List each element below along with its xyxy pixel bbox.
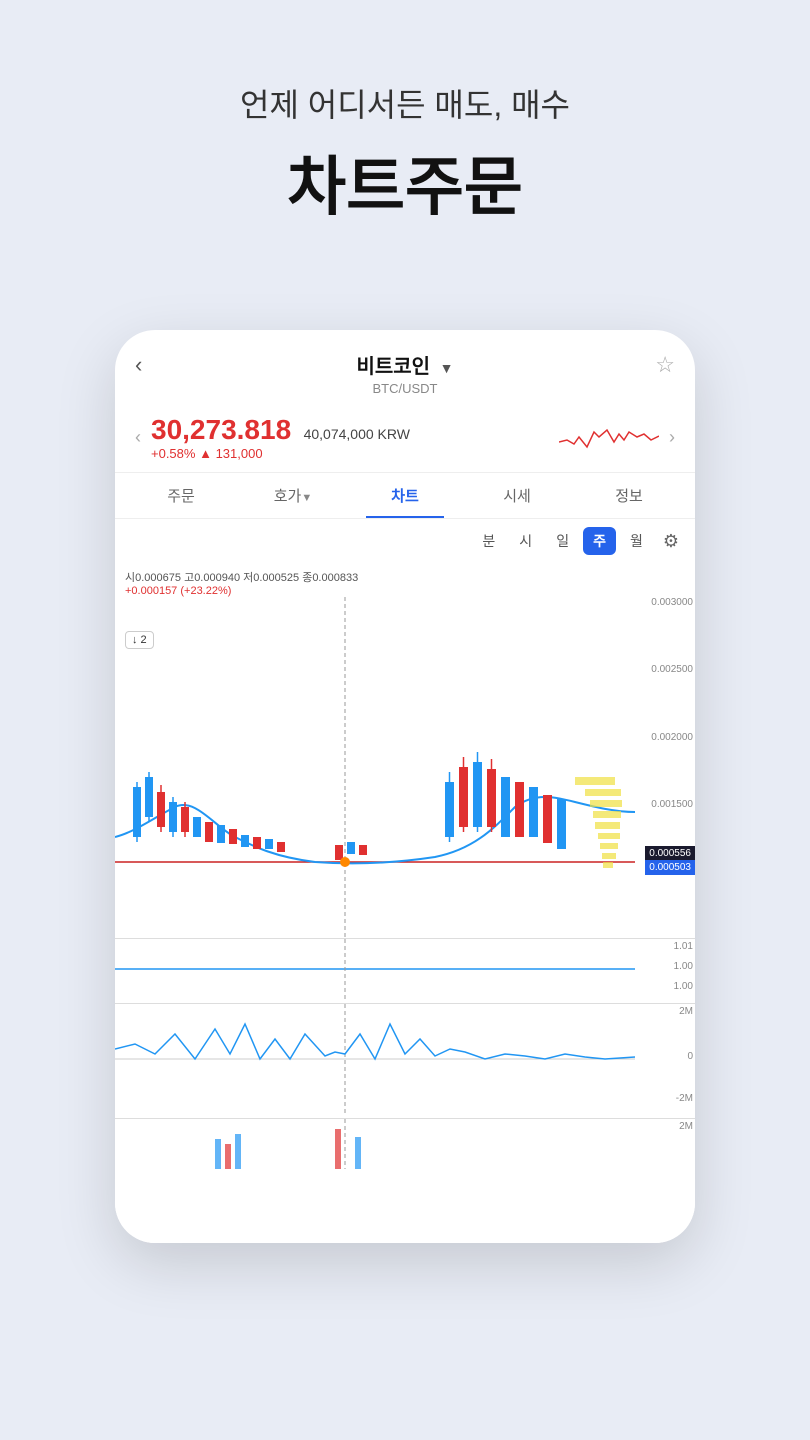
y-label-4: 0.001500 bbox=[651, 799, 693, 810]
ind2-label-mid: 0 bbox=[687, 1051, 693, 1062]
badge-label: ↓ 2 bbox=[132, 634, 147, 646]
coin-pair: BTC/USDT bbox=[135, 381, 675, 396]
second-price-label: 0.000503 bbox=[645, 860, 695, 875]
top-section: 언제 어디서든 매도, 매수 차트주문 bbox=[0, 0, 810, 268]
ohlc-low-label: 저 bbox=[243, 572, 253, 584]
ohlc-change: +0.000157 (+23.22%) bbox=[125, 585, 231, 597]
indicator-chart-1 bbox=[115, 939, 635, 999]
page-title: 차트주문 bbox=[0, 136, 810, 228]
back-button[interactable]: ‹ bbox=[135, 352, 142, 378]
time-btn-hour[interactable]: 시 bbox=[509, 527, 542, 555]
coin-header: ‹ 비트코인 ▼ ☆ BTC/USDT bbox=[115, 330, 695, 396]
ind1-label-top: 1.01 bbox=[674, 941, 693, 952]
y-label-3: 0.002000 bbox=[651, 732, 693, 743]
tab-bar: 주문 호가▼ 차트 시세 정보 bbox=[115, 473, 695, 519]
candlestick-chart bbox=[115, 597, 635, 937]
tab-order[interactable]: 주문 bbox=[125, 473, 237, 518]
ohlc-info: 시0.000675 고0.000940 저0.000525 종0.000833 … bbox=[125, 569, 358, 597]
favorite-button[interactable]: ☆ bbox=[655, 352, 675, 378]
indicator-badge[interactable]: ↓ 2 bbox=[125, 631, 154, 649]
phone-mockup: ‹ 비트코인 ▼ ☆ BTC/USDT ‹ 30,273.818 40,074,… bbox=[115, 330, 695, 1243]
ind2-label-top: 2M bbox=[679, 1006, 693, 1017]
tab-chart[interactable]: 차트 bbox=[349, 473, 461, 518]
current-price-label: 0.000556 bbox=[645, 846, 695, 861]
y-label-2: 0.002500 bbox=[651, 664, 693, 675]
chart-settings-icon[interactable]: ⚙ bbox=[663, 531, 679, 552]
tab-orderbook[interactable]: 호가▼ bbox=[237, 473, 349, 518]
subtitle: 언제 어디서든 매도, 매수 bbox=[0, 80, 810, 126]
time-btn-day[interactable]: 일 bbox=[546, 527, 579, 555]
ohlc-close-val: 0.000833 bbox=[312, 572, 358, 584]
indicator-chart-2 bbox=[115, 1004, 635, 1114]
tab-info[interactable]: 정보 bbox=[573, 473, 685, 518]
chart-area[interactable]: 시0.000675 고0.000940 저0.000525 종0.000833 … bbox=[115, 563, 695, 1243]
ohlc-high-label: 고 bbox=[184, 572, 194, 584]
time-btn-month[interactable]: 월 bbox=[620, 527, 653, 555]
price-info: 30,273.818 40,074,000 KRW +0.58% ▲ 131,0… bbox=[151, 414, 549, 461]
ohlc-open-val: 0.000675 bbox=[135, 572, 184, 584]
ind2-label-bot: -2M bbox=[676, 1093, 693, 1104]
price-section: ‹ 30,273.818 40,074,000 KRW +0.58% ▲ 131… bbox=[115, 406, 695, 473]
ohlc-open-label: 시 bbox=[125, 572, 135, 584]
dropdown-arrow[interactable]: ▼ bbox=[440, 360, 454, 376]
ind3-label: 2M bbox=[679, 1121, 693, 1132]
time-btn-min[interactable]: 분 bbox=[472, 527, 505, 555]
ohlc-high-val: 0.000940 bbox=[194, 572, 243, 584]
price-main: 30,273.818 bbox=[151, 414, 291, 445]
indicator-chart-3 bbox=[115, 1119, 635, 1169]
tab-market[interactable]: 시세 bbox=[461, 473, 573, 518]
prev-coin-button[interactable]: ‹ bbox=[135, 427, 141, 448]
ohlc-close-label: 종 bbox=[302, 572, 312, 584]
chart-controls: 분 시 일 주 월 ⚙ bbox=[115, 519, 695, 563]
y-axis-main: 0.003000 0.002500 0.002000 0.001500 0.00… bbox=[651, 597, 693, 877]
ind1-label-mid: 1.00 bbox=[674, 961, 693, 972]
mini-chart bbox=[559, 412, 659, 462]
coin-name: 비트코인 ▼ bbox=[356, 350, 453, 379]
price-krw: 40,074,000 KRW bbox=[304, 426, 410, 442]
ohlc-low-val: 0.000525 bbox=[253, 572, 302, 584]
next-coin-button[interactable]: › bbox=[669, 427, 675, 448]
time-btn-week[interactable]: 주 bbox=[583, 527, 616, 555]
y-label-1: 0.003000 bbox=[651, 597, 693, 608]
price-change: +0.58% ▲ 131,000 bbox=[151, 446, 549, 461]
ind1-label-bot: 1.00 bbox=[674, 981, 693, 992]
